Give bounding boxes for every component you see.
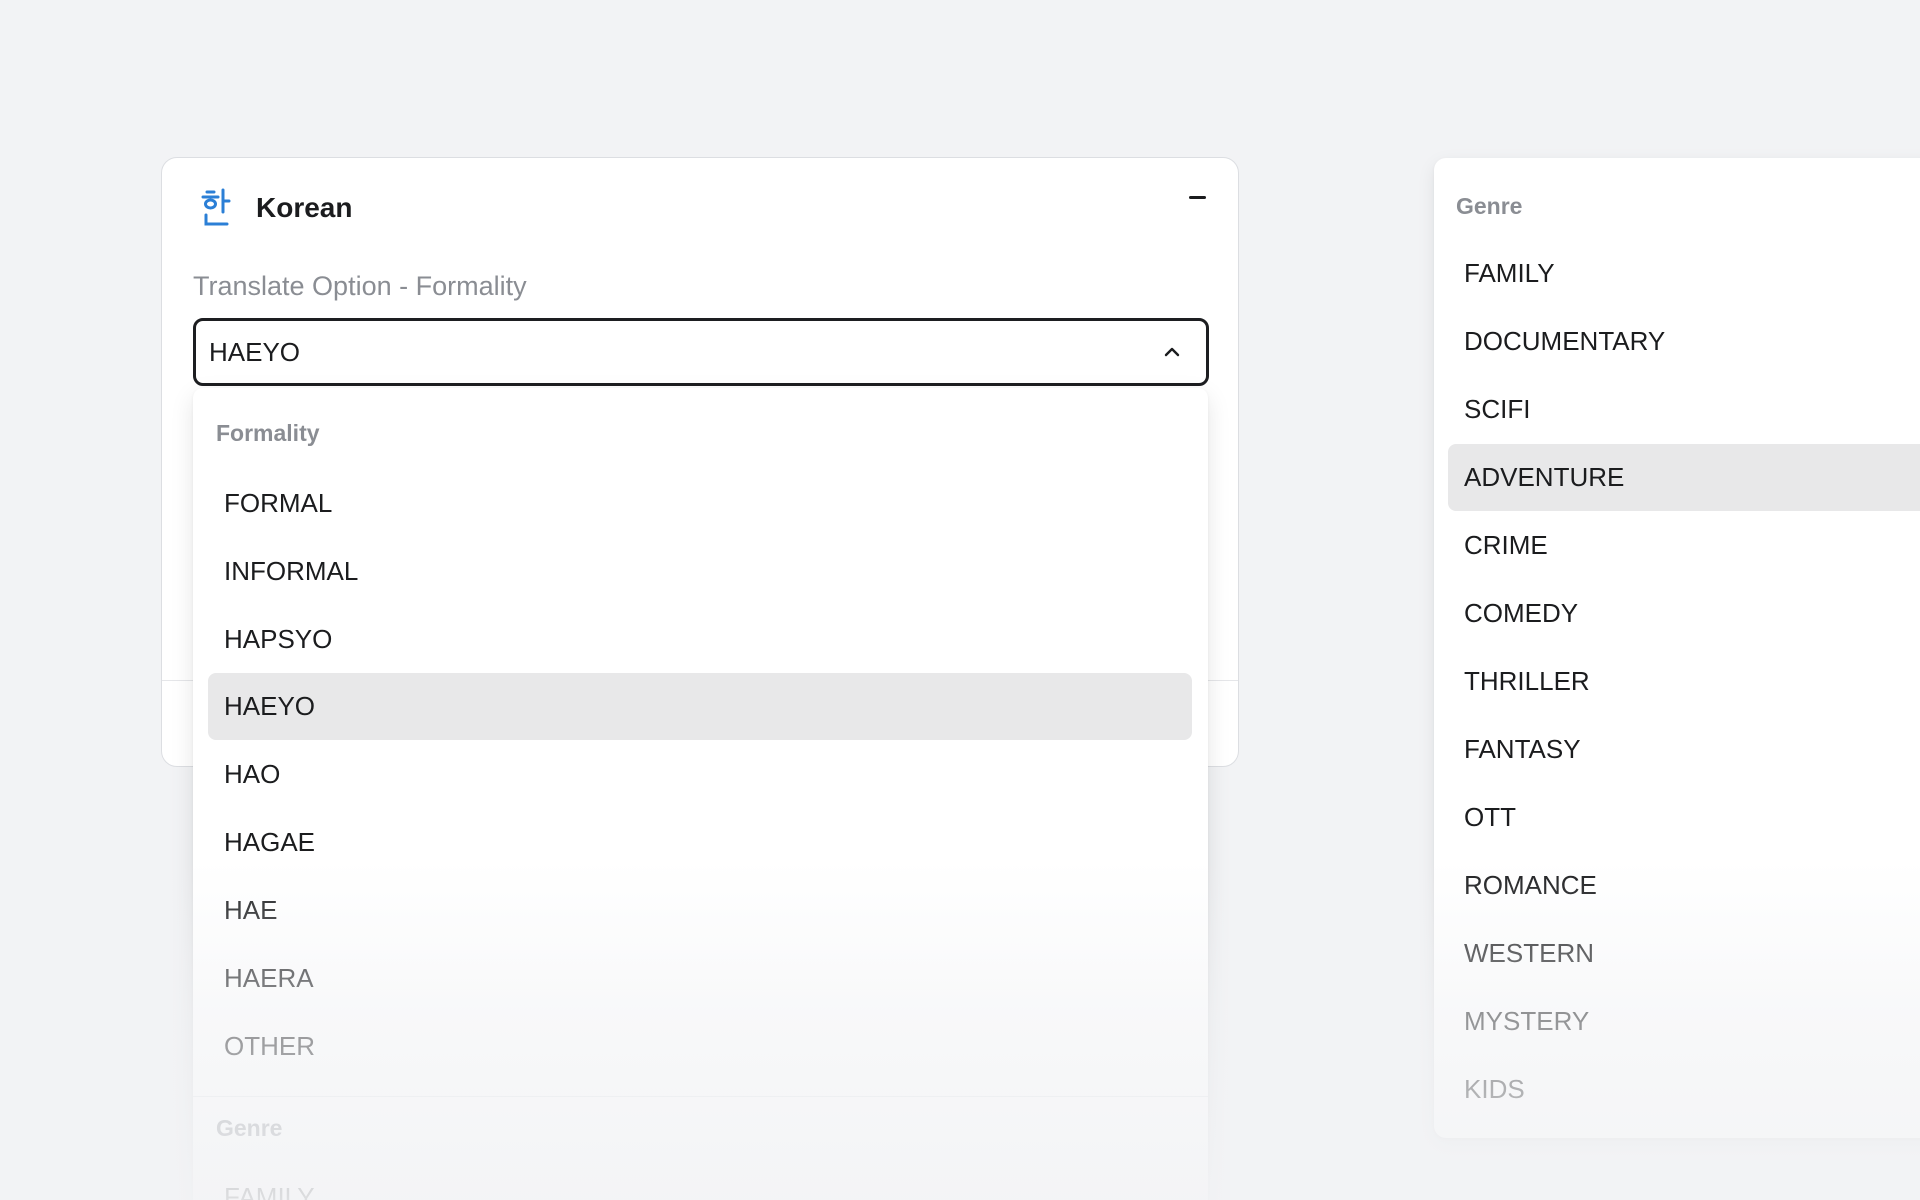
genre-option-western[interactable]: WESTERN: [1448, 920, 1920, 987]
option-hae[interactable]: HAE: [208, 877, 1192, 944]
menu-group-label-genre: Genre: [216, 1115, 283, 1141]
option-hagae[interactable]: HAGAE: [208, 809, 1192, 876]
formality-select-value: HAEYO: [209, 336, 301, 367]
genre-group-label: Genre: [1456, 193, 1523, 219]
genre-option-thriller[interactable]: THRILLER: [1448, 648, 1920, 715]
formality-dropdown-menu: Formality FORMAL INFORMAL HAPSYO HAEYO H…: [193, 388, 1208, 1200]
genre-option-romance[interactable]: ROMANCE: [1448, 852, 1920, 919]
genre-panel: Genre FAMILY DOCUMENTARY SCIFI ADVENTURE…: [1434, 158, 1920, 1138]
option-informal[interactable]: INFORMAL: [208, 538, 1192, 605]
collapse-button[interactable]: [1182, 182, 1212, 212]
card-header: Korean: [200, 188, 352, 228]
option-hao[interactable]: HAO: [208, 741, 1192, 808]
minus-icon: [1188, 195, 1206, 199]
genre-option-crime[interactable]: CRIME: [1448, 512, 1920, 579]
menu-divider: [193, 1096, 1208, 1097]
genre-option-kids[interactable]: KIDS: [1448, 1056, 1920, 1123]
genre-option-family[interactable]: FAMILY: [1448, 240, 1920, 307]
option-hapsyo[interactable]: HAPSYO: [208, 606, 1192, 673]
genre-option-fantasy[interactable]: FANTASY: [1448, 716, 1920, 783]
option-family-menu[interactable]: FAMILY: [208, 1164, 1192, 1200]
menu-group-label-formality: Formality: [216, 420, 320, 446]
option-other[interactable]: OTHER: [208, 1013, 1192, 1080]
genre-option-adventure[interactable]: ADVENTURE: [1448, 444, 1920, 511]
genre-option-documentary[interactable]: DOCUMENTARY: [1448, 308, 1920, 375]
genre-option-ott[interactable]: OTT: [1448, 784, 1920, 851]
korean-han-icon: [201, 188, 231, 226]
option-formal[interactable]: FORMAL: [208, 470, 1192, 537]
genre-option-mystery[interactable]: MYSTERY: [1448, 988, 1920, 1055]
option-haera[interactable]: HAERA: [208, 945, 1192, 1012]
genre-option-scifi[interactable]: SCIFI: [1448, 376, 1920, 443]
genre-option-comedy[interactable]: COMEDY: [1448, 580, 1920, 647]
chevron-up-icon: [1164, 347, 1180, 357]
option-haeyo[interactable]: HAEYO: [208, 673, 1192, 740]
formality-field-label: Translate Option - Formality: [193, 271, 527, 301]
stage: Korean Translate Option - Formality HAEY…: [0, 0, 1920, 1200]
formality-select[interactable]: HAEYO: [193, 318, 1209, 386]
card-title: Korean: [256, 192, 353, 223]
